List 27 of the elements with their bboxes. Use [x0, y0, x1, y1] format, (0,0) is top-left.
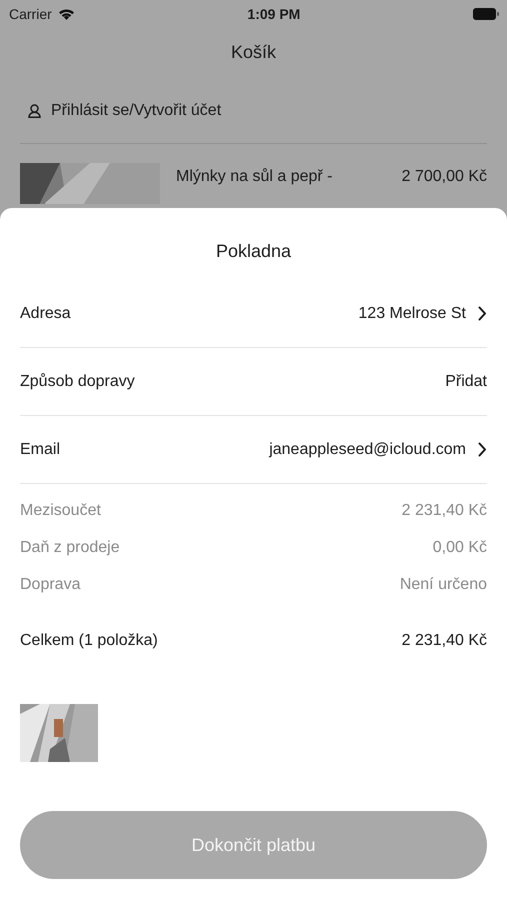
checkout-row[interactable]: Adresa 123 Melrose St — [20, 280, 487, 348]
login-link[interactable]: Přihlásit se/Vytvořit účet — [20, 102, 487, 144]
summary-label: Mezisoučet — [20, 501, 101, 521]
checkout-row[interactable]: Způsob dopravy Přidat — [20, 348, 487, 416]
screen-title: Košík — [230, 41, 278, 64]
row-label: Adresa — [20, 304, 71, 322]
person-icon — [28, 104, 41, 118]
summary-value: 0,00 Kč — [432, 538, 487, 558]
summary-value: 2 231,40 Kč — [402, 501, 487, 521]
checkout-row[interactable]: Email janeappleseed@icloud.com — [20, 416, 487, 484]
total-value: 2 231,40 Kč — [402, 631, 487, 651]
product-name: Mlýnky na sůl a pepř - — [176, 167, 334, 187]
row-label: Způsob dopravy — [20, 372, 135, 390]
carrier-label: Carrier — [9, 6, 52, 22]
row-value: janeappleseed@icloud.com — [269, 440, 466, 458]
row-value: Přidat — [445, 372, 487, 390]
total-label: Celkem (1 položka) — [20, 631, 158, 651]
battery-icon — [472, 8, 499, 20]
wifi-icon — [58, 8, 75, 20]
status-time: 1:09 PM — [247, 6, 300, 22]
summary-value: Není určeno — [400, 575, 487, 595]
product-price: 2 700,00 Kč — [402, 167, 487, 187]
sheet-title: Pokladna — [216, 241, 292, 262]
row-label: Email — [20, 440, 60, 458]
summary-label: Daň z prodeje — [20, 538, 120, 558]
summary-label: Doprava — [20, 575, 80, 595]
row-value: 123 Melrose St — [358, 304, 466, 322]
